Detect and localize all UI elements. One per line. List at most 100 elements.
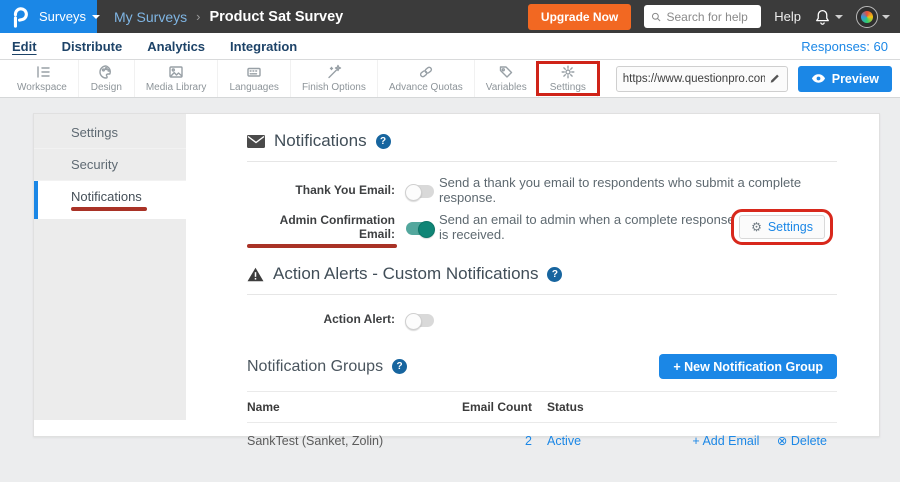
eye-icon (811, 73, 826, 84)
table-row: SankTest (Sanket, Zolin) 2 Active + Add … (247, 423, 837, 458)
notification-toggle-rows: Thank You Email: Send a thank you email … (247, 175, 837, 242)
toolbar-right: Preview (616, 60, 900, 97)
sidebar-item-settings[interactable]: Settings (34, 117, 186, 149)
col-header-name: Name (247, 400, 432, 414)
tab-edit[interactable]: Edit (12, 39, 37, 54)
action-alert-toggle[interactable] (406, 314, 434, 327)
edit-toolbar: Workspace Design Media Library Languages… (0, 60, 900, 98)
admin-confirmation-email-desc: Send an email to admin when a complete r… (439, 212, 739, 242)
chevron-down-icon (835, 15, 843, 19)
notifications-section-header: Notifications ? (247, 131, 837, 151)
sidebar-item-security[interactable]: Security (34, 149, 186, 181)
responses-count-link[interactable]: Responses: 60 (801, 39, 888, 54)
new-notification-group-button[interactable]: + New Notification Group (659, 354, 837, 379)
surveys-menu-label: Surveys (39, 9, 86, 24)
help-icon[interactable]: ? (376, 134, 391, 149)
action-alerts-header: Action Alerts - Custom Notifications ? (247, 264, 837, 284)
settings-gear-icon (560, 64, 576, 80)
help-link[interactable]: Help (774, 9, 801, 24)
help-icon[interactable]: ? (547, 267, 562, 282)
annotation-red-underline-admin-email (247, 244, 397, 248)
toolbar-item-settings[interactable]: Settings (539, 60, 598, 97)
action-alerts-title: Action Alerts - Custom Notifications (273, 264, 538, 284)
annotation-red-underline-notifications (71, 207, 147, 211)
design-icon (98, 64, 114, 80)
logo-block[interactable]: Surveys (0, 0, 97, 33)
divider (247, 161, 837, 162)
toolbar-item-languages[interactable]: Languages (218, 60, 291, 97)
warning-triangle-icon (247, 267, 264, 282)
toolbar-item-workspace[interactable]: Workspace (6, 60, 79, 97)
divider (247, 294, 837, 295)
media-library-icon (168, 64, 184, 80)
toolbar-item-finish-options[interactable]: Finish Options (291, 60, 378, 97)
help-search-box[interactable] (644, 5, 761, 28)
admin-email-settings-wrap: ⚙ Settings (739, 215, 825, 239)
thank-you-email-toggle[interactable] (406, 185, 434, 198)
toolbar-item-media-library[interactable]: Media Library (135, 60, 219, 97)
breadcrumb-parent[interactable]: My Surveys (114, 9, 187, 25)
action-alert-rows: Action Alert: (247, 308, 837, 330)
status-link[interactable]: Active (532, 434, 657, 448)
advance-quotas-icon (418, 64, 434, 80)
avatar (856, 6, 878, 28)
bell-icon (814, 8, 831, 26)
action-alerts-section: Action Alerts - Custom Notifications ? A… (247, 264, 837, 330)
admin-confirmation-email-toggle[interactable] (406, 222, 434, 235)
col-header-email-count: Email Count (432, 400, 532, 414)
survey-url-field[interactable] (616, 66, 788, 92)
tab-distribute[interactable]: Distribute (62, 39, 123, 54)
top-bar: Surveys My Surveys › Product Sat Survey … (0, 0, 900, 33)
toolbar-item-variables[interactable]: Variables (475, 60, 539, 97)
sidebar-item-notifications[interactable]: Notifications (34, 181, 186, 219)
group-name-cell: SankTest (Sanket, Zolin) (247, 434, 432, 448)
preview-button[interactable]: Preview (798, 66, 892, 92)
tab-analytics[interactable]: Analytics (147, 39, 205, 54)
page-title: Product Sat Survey (209, 9, 343, 25)
notifications-content: Notifications ? Thank You Email: Send a … (186, 114, 879, 458)
search-input[interactable] (666, 10, 754, 24)
notification-groups-header: Notification Groups ? + New Notification… (247, 354, 837, 379)
table-header-row: Name Email Count Status (247, 391, 837, 423)
notification-groups-section: Notification Groups ? + New Notification… (247, 354, 837, 458)
survey-url-input[interactable] (623, 73, 765, 85)
notification-groups-table: Name Email Count Status SankTest (Sanket… (247, 391, 837, 458)
surveys-menu[interactable]: Surveys (39, 9, 100, 24)
survey-nav: Edit Distribute Analytics Integration Re… (0, 33, 900, 60)
gear-icon: ⚙ (751, 220, 762, 234)
breadcrumb: My Surveys › Product Sat Survey (114, 9, 343, 25)
thank-you-email-label: Thank You Email: (247, 183, 395, 197)
notification-groups-title: Notification Groups (247, 358, 383, 376)
finish-options-icon (326, 64, 342, 80)
workspace-icon (34, 64, 50, 80)
chevron-down-icon (882, 15, 890, 19)
edit-pencil-icon[interactable] (769, 72, 781, 85)
thank-you-email-row: Thank You Email: Send a thank you email … (247, 175, 837, 205)
avatar-image (861, 11, 873, 23)
admin-email-settings-button[interactable]: ⚙ Settings (739, 215, 825, 239)
chevron-down-icon (92, 15, 100, 19)
notifications-bell-button[interactable] (814, 8, 843, 26)
upgrade-now-button[interactable]: Upgrade Now (528, 4, 631, 30)
help-icon[interactable]: ? (392, 359, 407, 374)
delete-link[interactable]: ⊗ Delete (777, 434, 827, 448)
admin-confirmation-email-label: Admin Confirmation Email: (247, 213, 395, 241)
add-email-link[interactable]: + Add Email (692, 434, 759, 448)
account-menu-button[interactable] (856, 6, 890, 28)
thank-you-email-desc: Send a thank you email to respondents wh… (439, 175, 837, 205)
topbar-right: Upgrade Now Help (528, 4, 900, 30)
toolbar-item-advance-quotas[interactable]: Advance Quotas (378, 60, 475, 97)
search-icon (651, 11, 661, 23)
variables-icon (498, 64, 514, 80)
toolbar-item-design[interactable]: Design (79, 60, 135, 97)
settings-panel: Settings Security Notifications Notifica… (33, 113, 880, 437)
tab-integration[interactable]: Integration (230, 39, 297, 54)
col-header-status: Status (532, 400, 657, 414)
action-alert-label: Action Alert: (247, 312, 395, 326)
questionpro-logo (10, 6, 30, 28)
admin-confirmation-email-row: Admin Confirmation Email: Send an email … (247, 212, 837, 242)
email-count-link[interactable]: 2 (432, 434, 532, 448)
action-alert-row: Action Alert: (247, 308, 837, 330)
settings-sidebar: Settings Security Notifications (34, 114, 186, 420)
languages-icon (246, 64, 262, 80)
